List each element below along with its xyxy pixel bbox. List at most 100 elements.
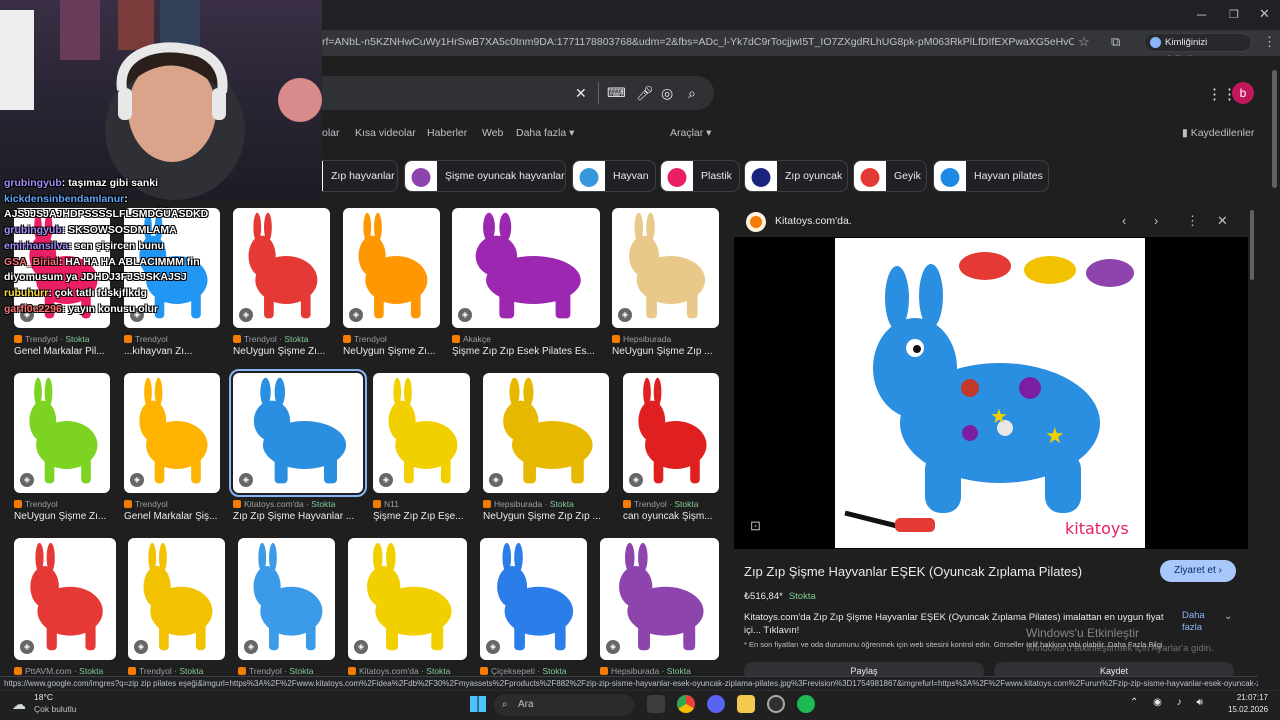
search-icon[interactable]: ⌕ bbox=[688, 85, 696, 102]
result-source[interactable]: Akakçe bbox=[452, 334, 491, 344]
result-image[interactable]: ◈ bbox=[128, 538, 225, 660]
next-result-icon[interactable]: › bbox=[1154, 214, 1158, 228]
result-source[interactable]: Trendyol bbox=[14, 499, 58, 509]
chip-6[interactable]: Hayvan pilates bbox=[933, 160, 1049, 192]
clear-search-icon[interactable]: ✕ bbox=[575, 85, 587, 102]
close-panel-icon[interactable]: ✕ bbox=[1217, 214, 1228, 228]
result-title[interactable]: NeUygun Şişme Zıp ... bbox=[612, 346, 729, 357]
result-title[interactable]: Genel Markalar Şiş... bbox=[124, 511, 230, 522]
result-image[interactable]: ◈ bbox=[623, 373, 719, 493]
result-source[interactable]: Hepsiburada bbox=[612, 334, 671, 344]
chrome-icon[interactable] bbox=[677, 695, 695, 713]
result-image[interactable]: ◈ bbox=[14, 373, 110, 493]
chip-4[interactable]: Zıp oyuncak bbox=[744, 160, 848, 192]
minimize-icon[interactable]: ─ bbox=[1197, 8, 1206, 22]
taskbar-search[interactable]: ⌕ Ara bbox=[494, 694, 634, 716]
tab-more[interactable]: Daha fazla ▾ bbox=[516, 127, 574, 139]
windows-start-icon[interactable] bbox=[470, 696, 486, 712]
task-view-icon[interactable] bbox=[647, 695, 665, 713]
result-source[interactable]: Trendyol · Stokta bbox=[238, 666, 313, 676]
result-title[interactable]: NeUygun Şişme Zı... bbox=[233, 346, 340, 357]
discord-icon[interactable] bbox=[707, 695, 725, 713]
result-source[interactable]: Hepsiburada · Stokta bbox=[600, 666, 691, 676]
result-source[interactable]: Trendyol · Stokta bbox=[233, 334, 308, 344]
microphone-icon[interactable]: 🎤︎ bbox=[636, 85, 654, 102]
visit-button[interactable]: Ziyaret et › bbox=[1160, 560, 1236, 582]
result-title[interactable]: Şişme Zıp Zıp Eşe... bbox=[373, 511, 480, 522]
chevron-down-icon[interactable]: ⌄ bbox=[1224, 610, 1232, 624]
result-title[interactable]: NeUygun Şişme Zı... bbox=[14, 511, 120, 522]
clock[interactable]: 21:07:17 15.02.2026 bbox=[1228, 692, 1268, 716]
tools-button[interactable]: Araçlar ▾ bbox=[670, 127, 711, 139]
result-image[interactable]: ◈ bbox=[600, 538, 719, 660]
result-source[interactable]: Çiçeksepeti · Stokta bbox=[480, 666, 567, 676]
spotify-icon[interactable] bbox=[797, 695, 815, 713]
result-source[interactable]: Trendyol · Stokta bbox=[623, 499, 698, 509]
result-source[interactable]: Trendyol · Stokta bbox=[14, 334, 89, 344]
result-title[interactable]: NeUygun Şişme Zıp Zıp ... bbox=[483, 511, 619, 522]
result-image[interactable]: ◈ bbox=[124, 373, 220, 493]
stock-label: Stokta bbox=[284, 334, 309, 344]
result-source[interactable]: PttAVM.com · Stokta bbox=[14, 666, 103, 676]
more-button[interactable]: Daha fazla bbox=[1182, 610, 1222, 634]
result-title[interactable]: ...kıhayvan Zı... bbox=[124, 346, 230, 357]
maximize-icon[interactable]: ❐ bbox=[1229, 8, 1239, 22]
result-source[interactable]: Trendyol bbox=[124, 334, 168, 344]
chip-2[interactable]: Hayvan bbox=[572, 160, 656, 192]
result-image[interactable]: ◈ bbox=[233, 208, 330, 328]
result-source[interactable]: Kitatoys.com'da · Stokta bbox=[348, 666, 450, 676]
result-source[interactable]: N11 bbox=[373, 499, 399, 509]
page-scrollbar[interactable] bbox=[1272, 70, 1277, 188]
more-options-icon[interactable]: ⋮ bbox=[1186, 214, 1199, 228]
extensions-icon[interactable]: ⧉ bbox=[1111, 35, 1120, 49]
result-image[interactable]: ◈ bbox=[480, 538, 587, 660]
result-title[interactable]: can oyuncak Şişm... bbox=[623, 511, 729, 522]
file-explorer-icon[interactable] bbox=[737, 695, 755, 713]
account-avatar[interactable]: b bbox=[1232, 82, 1254, 104]
result-source[interactable]: Trendyol bbox=[343, 334, 387, 344]
result-source[interactable]: Trendyol bbox=[124, 499, 168, 509]
bookmark-star-icon[interactable]: ☆ bbox=[1078, 35, 1090, 49]
panel-site-name[interactable]: Kitatoys.com'da. bbox=[775, 215, 852, 227]
saved-button[interactable]: ▮ Kaydedilenler bbox=[1182, 127, 1254, 139]
result-title[interactable]: NeUygun Şişme Zı... bbox=[343, 346, 450, 357]
tab-news[interactable]: Haberler bbox=[427, 127, 467, 139]
chip-label: Hayvan bbox=[613, 170, 649, 182]
browser-menu-icon[interactable]: ⋮ bbox=[1263, 35, 1276, 49]
result-image[interactable]: ◈ bbox=[452, 208, 600, 328]
tab-short-videos[interactable]: Kısa videolar bbox=[355, 127, 416, 139]
prev-result-icon[interactable]: ‹ bbox=[1122, 214, 1126, 228]
obs-icon[interactable] bbox=[767, 695, 785, 713]
result-title[interactable]: Genel Markalar Pil... bbox=[14, 346, 120, 357]
result-source[interactable]: Trendyol · Stokta bbox=[128, 666, 203, 676]
profile-verify-button[interactable]: Kimliğinizi doğrulayın bbox=[1144, 33, 1252, 65]
preview-image[interactable]: ★ ★ kitatoys bbox=[835, 238, 1145, 548]
tray-icons[interactable]: ⌃ ◉ ♪ 🔊︎ bbox=[1130, 697, 1209, 708]
result-title[interactable]: Şişme Zıp Zıp Esek Pilates Es... bbox=[452, 346, 610, 357]
url-text[interactable]: rf=ANbL-n5KZNHwCuWy1HrSwB7XA5c0tnm9DA:17… bbox=[322, 36, 1074, 48]
chip-label: Şişme oyuncak hayvanlar bbox=[445, 170, 565, 182]
result-image[interactable]: ◈ bbox=[612, 208, 719, 328]
result-source[interactable]: Hepsiburada · Stokta bbox=[483, 499, 574, 509]
result-image[interactable]: ◈ bbox=[348, 538, 467, 660]
result-image[interactable]: ◈ bbox=[343, 208, 440, 328]
lens-icon[interactable]: ◎ bbox=[661, 85, 673, 102]
close-window-icon[interactable]: ✕ bbox=[1259, 7, 1270, 21]
chip-3[interactable]: Plastik bbox=[660, 160, 740, 192]
result-image[interactable]: ◈ bbox=[483, 373, 609, 493]
chip-5[interactable]: Geyik bbox=[853, 160, 927, 192]
source-name: Akakçe bbox=[463, 334, 491, 344]
keyboard-icon[interactable]: ⌨ bbox=[607, 85, 626, 101]
panel-title[interactable]: Zıp Zıp Şişme Hayvanlar EŞEK (Oyuncak Zı… bbox=[744, 564, 1082, 579]
chip-1[interactable]: Şişme oyuncak hayvanlar bbox=[404, 160, 566, 192]
result-image[interactable]: ◈ bbox=[238, 538, 335, 660]
tab-videos[interactable]: olar bbox=[322, 127, 340, 139]
result-image[interactable]: ◈ bbox=[14, 538, 116, 660]
panel-scrollbar[interactable] bbox=[1250, 210, 1254, 280]
result-image[interactable]: ◈ bbox=[373, 373, 470, 493]
result-image[interactable]: ◈ bbox=[229, 369, 367, 497]
result-title[interactable]: Zıp Zıp Şişme Hayvanlar ... bbox=[233, 511, 373, 522]
result-source[interactable]: Kitatoys.com'da · Stokta bbox=[233, 499, 335, 509]
tab-web[interactable]: Web bbox=[482, 127, 503, 139]
lens-search-icon[interactable]: ⊡ bbox=[750, 519, 761, 533]
